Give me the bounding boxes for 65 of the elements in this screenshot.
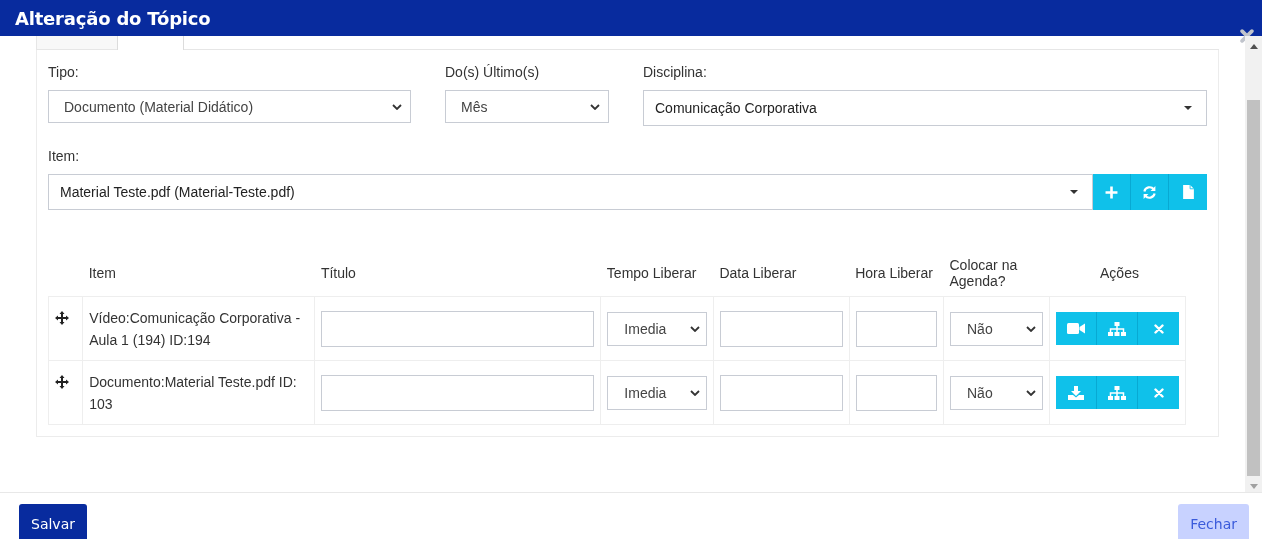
chevron-icon <box>689 325 700 332</box>
file-icon <box>1182 185 1194 199</box>
field-label: Disciplina: <box>643 64 708 80</box>
file-button[interactable] <box>1169 174 1207 210</box>
input-field[interactable] <box>321 310 595 347</box>
close-icon <box>1153 387 1164 398</box>
window-title: Alteração do Tópico <box>15 7 211 29</box>
video-camera-icon <box>1067 323 1085 334</box>
field-label: Do(s) Último(s) <box>445 64 541 80</box>
delete-button[interactable] <box>1138 312 1179 345</box>
column-header: Item <box>88 265 116 281</box>
column-header: Ações <box>1100 265 1139 281</box>
select-field[interactable]: Material Teste.pdf (Material-Teste.pdf) <box>48 174 1093 210</box>
chevron-icon <box>1026 325 1036 332</box>
input-field[interactable] <box>855 310 937 347</box>
plus-icon <box>1105 185 1118 199</box>
input-field[interactable] <box>719 310 843 347</box>
caret-icon <box>1070 190 1078 194</box>
download-icon <box>1068 385 1084 400</box>
column-header: Data Liberar <box>719 265 797 281</box>
move-icon[interactable] <box>55 311 69 325</box>
move-icon[interactable] <box>55 375 69 389</box>
scroll-up-icon[interactable] <box>1249 44 1258 49</box>
chevron-icon <box>689 389 700 396</box>
column-header: Título <box>320 265 356 281</box>
tab[interactable] <box>36 36 117 50</box>
save-button[interactable]: Salvar <box>19 504 87 539</box>
delete-button[interactable] <box>1138 376 1179 409</box>
select-field[interactable]: Não <box>950 375 1043 410</box>
scroll-down-icon[interactable] <box>1249 484 1258 489</box>
scrollbar-thumb[interactable] <box>1247 100 1260 476</box>
sitemap-button[interactable] <box>1097 312 1138 345</box>
select-field[interactable]: Imedia <box>607 375 707 410</box>
column-header: Colocar na Agenda? <box>949 257 1018 289</box>
caret-icon <box>1184 106 1192 110</box>
chevron-icon <box>1026 389 1036 396</box>
select-field[interactable]: Comunicação Corporativa <box>643 90 1207 126</box>
close-icon[interactable] <box>1240 29 1254 43</box>
item-name: Vídeo:Comunicação Corporativa - Aula 1 (194) ID:194 <box>89 308 302 350</box>
select-field[interactable]: Não <box>950 311 1043 346</box>
column-header: Hora Liberar <box>855 265 933 281</box>
scrollbar[interactable] <box>1245 36 1262 492</box>
sitemap-icon <box>1108 321 1126 336</box>
input-field[interactable] <box>855 374 937 411</box>
column-header: Tempo Liberar <box>606 265 697 281</box>
select-field[interactable]: Documento (Material Didático) <box>48 90 411 123</box>
chevron-icon <box>392 103 402 110</box>
field-label: Tipo: <box>48 64 80 80</box>
input-field[interactable] <box>719 374 843 411</box>
add-button[interactable] <box>1093 174 1131 210</box>
sitemap-button[interactable] <box>1097 376 1138 409</box>
close-icon <box>1153 323 1164 334</box>
download-button[interactable] <box>1056 376 1097 409</box>
video-button[interactable] <box>1056 312 1097 345</box>
select-field[interactable]: Mês <box>445 90 609 123</box>
close-button[interactable]: Fechar <box>1178 504 1249 539</box>
chevron-icon <box>590 103 600 110</box>
sync-icon <box>1142 184 1157 200</box>
select-field[interactable]: Imedia <box>607 311 707 346</box>
sitemap-icon <box>1108 385 1126 400</box>
tab[interactable] <box>117 36 184 50</box>
field-label: Item: <box>48 148 81 164</box>
input-field[interactable] <box>321 374 595 411</box>
refresh-button[interactable] <box>1131 174 1169 210</box>
item-name: Documento:Material Teste.pdf ID: 103 <box>89 372 298 414</box>
